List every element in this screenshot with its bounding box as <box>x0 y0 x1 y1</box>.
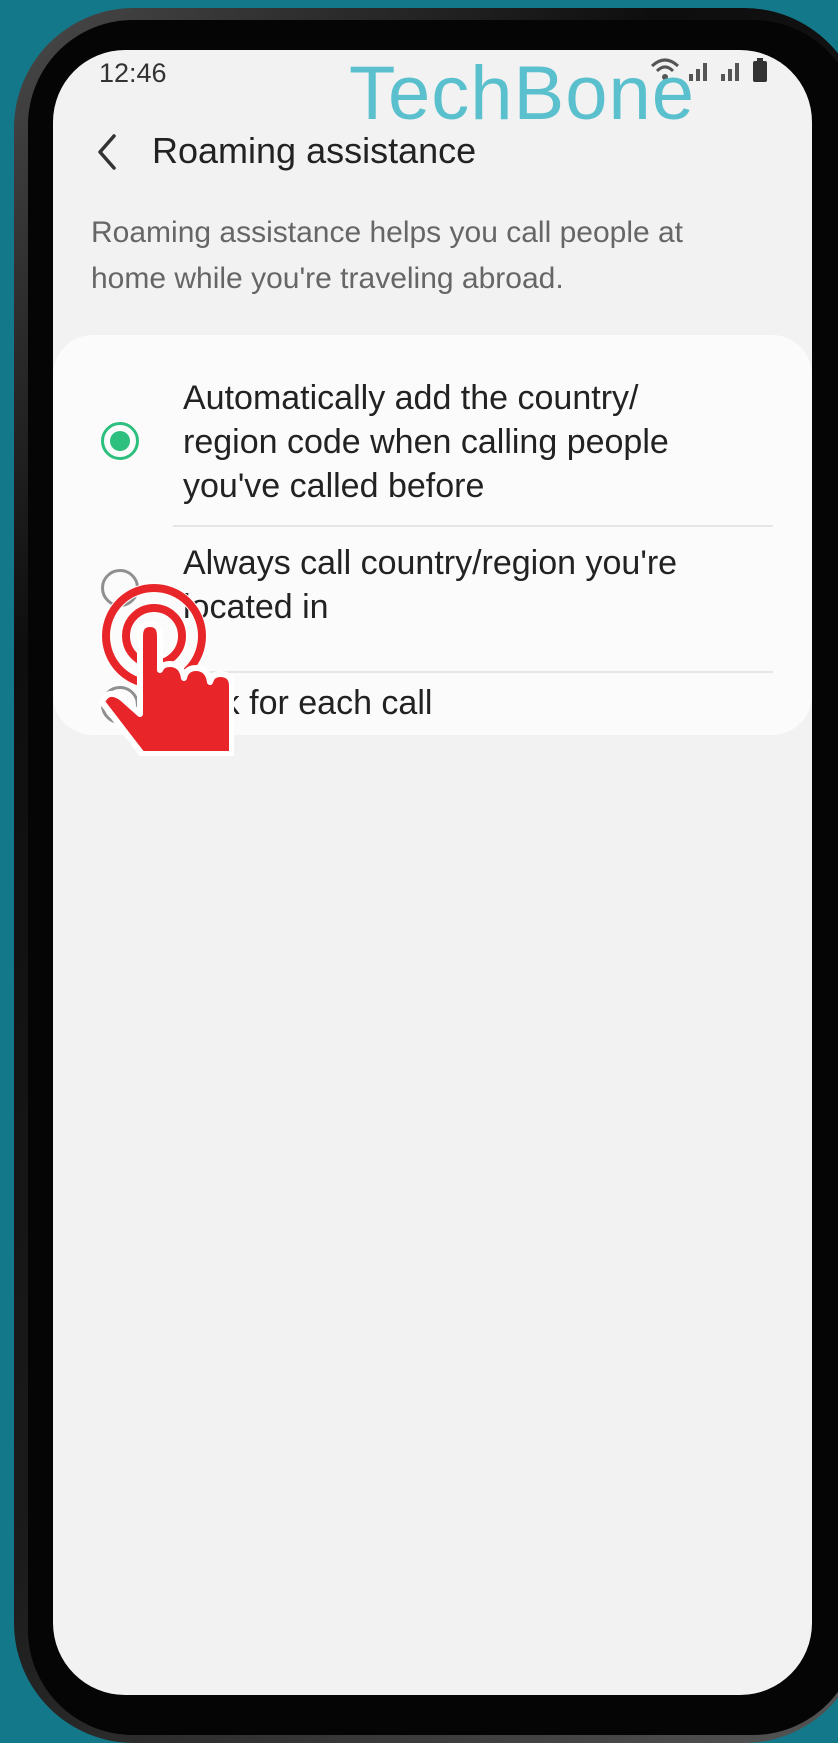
page-description: Roaming assistance helps you call people… <box>91 216 684 295</box>
option-auto-add-code[interactable]: Automatically add the country/ region co… <box>53 363 812 513</box>
signal-icon <box>721 63 739 81</box>
option-label: Automatically add the country/ region co… <box>183 379 669 505</box>
option-label: Ask for each call <box>183 684 433 722</box>
phone-screen: 12:46 TechBone Roaming assistance Roamin… <box>53 50 812 1695</box>
chevron-left-icon <box>98 134 116 170</box>
page-title: Roaming assistance <box>152 130 477 171</box>
radio-button-selected[interactable] <box>101 422 139 460</box>
battery-icon <box>753 58 767 82</box>
status-time: 12:46 <box>99 58 167 88</box>
back-button[interactable] <box>81 124 133 180</box>
tap-hand-icon <box>99 583 234 756</box>
app-header: Roaming assistance <box>53 116 812 190</box>
option-label: Always call country/region you're locate… <box>183 544 678 626</box>
